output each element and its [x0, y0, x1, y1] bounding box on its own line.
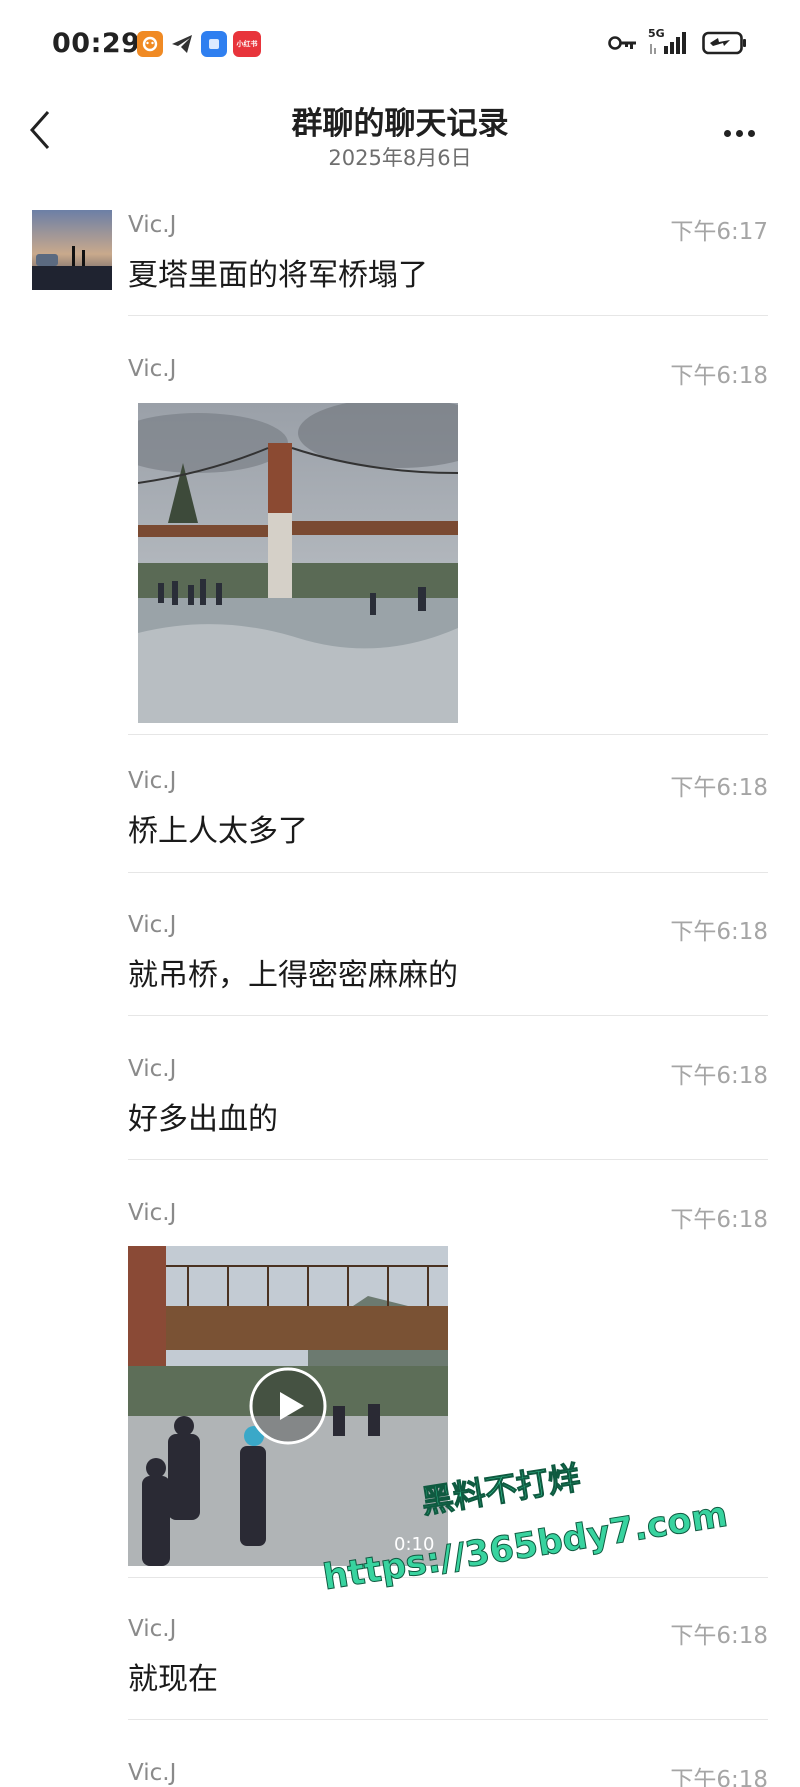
more-options-button[interactable]	[724, 122, 764, 137]
bridge-collapse-photo[interactable]	[138, 403, 458, 723]
watermark-line2: https://365bdy7.com	[320, 1495, 730, 1590]
battery-charging-icon	[702, 31, 746, 55]
message-sender: Vic.J	[128, 1616, 177, 1642]
divider	[128, 315, 768, 316]
message-time: 下午6:18	[670, 1207, 768, 1233]
message-sender: Vic.J	[128, 1056, 177, 1082]
more-dot-icon	[724, 130, 731, 137]
telegram-icon	[169, 31, 195, 57]
divider	[128, 734, 768, 735]
message-time: 下午6:17	[670, 219, 768, 245]
signal-icon: 5G	[648, 27, 692, 56]
avatar[interactable]	[32, 210, 112, 290]
divider	[128, 1015, 768, 1016]
message-text: 桥上人太多了	[128, 814, 308, 849]
message-item[interactable]: Vic.J 下午6:18 就现在	[128, 1616, 768, 1697]
message-time: 下午6:18	[670, 363, 768, 389]
message-sender: Vic.J	[128, 356, 177, 382]
divider	[128, 872, 768, 873]
message-sender: Vic.J	[128, 1760, 177, 1786]
message-item[interactable]: Vic.J 下午6:18	[128, 1760, 768, 1787]
message-item: Vic.J 下午6:18	[128, 356, 768, 726]
message-sender: Vic.J	[128, 212, 177, 238]
divider	[128, 1159, 768, 1160]
notes-app-icon	[201, 31, 227, 57]
play-button[interactable]	[248, 1366, 328, 1446]
xiaohongshu-label: 小红书	[236, 40, 258, 48]
message-text: 就吊桥，上得密密麻麻的	[128, 958, 458, 993]
system-icons: 5G	[608, 27, 748, 56]
message-time: 下午6:18	[670, 1623, 768, 1649]
message-sender: Vic.J	[128, 912, 177, 938]
message-text: 好多出血的	[128, 1102, 278, 1137]
status-bar: 00:29 小红书 5G	[0, 0, 800, 92]
message-text: 就现在	[128, 1662, 218, 1697]
message-text: 夏塔里面的将军桥塌了	[128, 258, 428, 293]
message-item[interactable]: Vic.J 下午6:18 好多出血的	[128, 1056, 768, 1137]
message-time: 下午6:18	[670, 775, 768, 801]
watermark-overlay: 黑料不打烊 https://365bdy7.com	[310, 1440, 731, 1599]
message-time: 下午6:18	[670, 1767, 768, 1787]
more-dot-icon	[748, 130, 755, 137]
status-time: 00:29	[52, 28, 141, 59]
message-item[interactable]: Vic.J 下午6:18 就吊桥，上得密密麻麻的	[128, 912, 768, 993]
taobao-app-icon	[137, 31, 163, 57]
chat-history-header: 群聊的聊天记录 2025年8月6日	[0, 92, 800, 180]
message-time: 下午6:18	[670, 919, 768, 945]
message-sender: Vic.J	[128, 1200, 177, 1226]
vpn-key-icon	[608, 36, 636, 50]
play-icon	[249, 1367, 327, 1445]
divider	[128, 1719, 768, 1720]
chat-date: 2025年8月6日	[328, 146, 472, 170]
xiaohongshu-app-icon: 小红书	[233, 31, 261, 57]
page-title: 群聊的聊天记录	[291, 106, 509, 142]
watermark-line1: 黑料不打烊	[419, 1458, 583, 1521]
more-dot-icon	[736, 130, 743, 137]
message-sender: Vic.J	[128, 768, 177, 794]
message-time: 下午6:18	[670, 1063, 768, 1089]
message-item[interactable]: Vic.J 下午6:17 夏塔里面的将军桥塌了	[128, 212, 768, 293]
notification-icons: 小红书	[137, 31, 261, 57]
message-item[interactable]: Vic.J 下午6:18 桥上人太多了	[128, 768, 768, 849]
